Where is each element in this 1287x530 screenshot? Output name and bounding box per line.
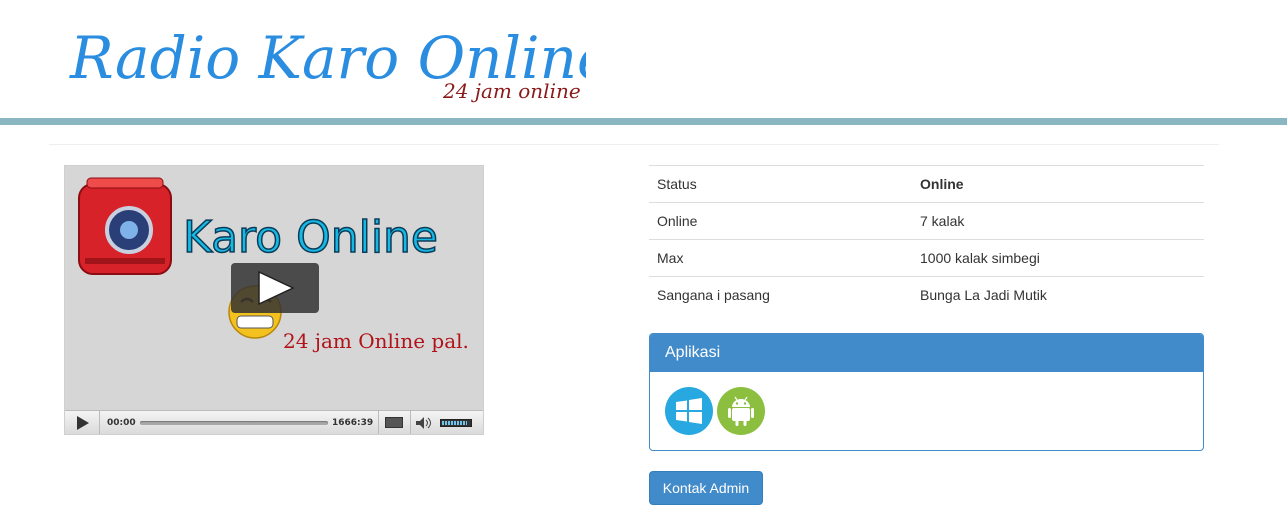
volume-slider[interactable] (440, 419, 472, 427)
control-separator (410, 411, 411, 434)
header-accent-bar (0, 118, 1287, 125)
content-divider (49, 144, 1219, 145)
radio-icon (78, 177, 172, 275)
big-play-button[interactable] (231, 263, 319, 313)
table-row: Max 1000 kalak simbegi (649, 239, 1204, 277)
seek-bar[interactable] (140, 421, 328, 425)
screen-icon (385, 417, 403, 428)
status-value: Online (912, 165, 1204, 203)
player-poster[interactable]: Karo Online 24 jam Online pal. (65, 166, 483, 410)
listeners-label: Online (649, 202, 912, 240)
play-button[interactable] (65, 411, 100, 434)
site-logo[interactable]: Radio Karo Online 24 jam online (66, 6, 586, 106)
volume-level (442, 421, 468, 425)
table-row: Status Online (649, 165, 1204, 203)
contact-admin-button[interactable]: Kontak Admin (649, 471, 763, 505)
table-row: Sangana i pasang Bunga La Jadi Mutik (649, 276, 1204, 313)
duration: 1666:39 (332, 418, 374, 428)
listeners-value: 7 kalak (912, 202, 1204, 240)
control-separator (378, 411, 379, 434)
status-label: Status (649, 165, 912, 203)
audio-player[interactable]: Karo Online 24 jam Online pal. 00:00 166… (64, 165, 484, 435)
max-label: Max (649, 239, 912, 277)
poster-title: Karo Online (183, 212, 438, 263)
android-app-link[interactable] (717, 387, 765, 435)
max-value: 1000 kalak simbegi (912, 239, 1204, 277)
android-icon (728, 396, 754, 426)
table-row: Online 7 kalak (649, 202, 1204, 240)
play-icon (258, 270, 295, 306)
mute-button[interactable] (416, 411, 432, 434)
fullscreen-button[interactable] (385, 411, 405, 434)
logo-tagline: 24 jam online (442, 79, 581, 103)
windows-icon (676, 398, 702, 424)
apps-panel-heading: Aplikasi (650, 334, 1203, 372)
station-info-table: Status Online Online 7 kalak Max 1000 ka… (649, 165, 1204, 313)
current-time: 00:00 (107, 418, 136, 428)
play-icon (77, 416, 89, 430)
poster-caption: 24 jam Online pal. (283, 329, 469, 353)
song-label: Sangana i pasang (649, 276, 912, 313)
player-controls: 00:00 1666:39 (65, 410, 483, 434)
apps-panel: Aplikasi (649, 333, 1204, 451)
windows-app-link[interactable] (665, 387, 713, 435)
site-header: Radio Karo Online 24 jam online (0, 0, 1287, 118)
speaker-icon (416, 417, 431, 429)
song-value: Bunga La Jadi Mutik (912, 276, 1204, 313)
